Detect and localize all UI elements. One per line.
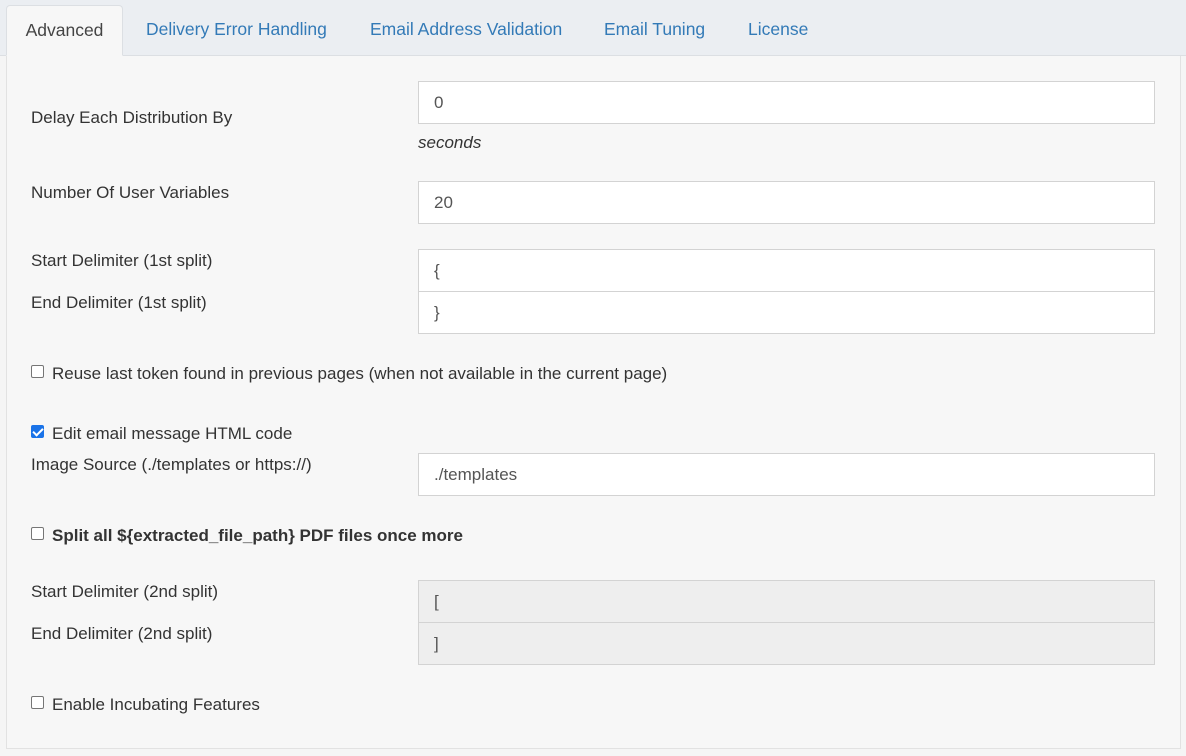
- tab-bar: Advanced Delivery Error Handling Email A…: [0, 0, 1186, 56]
- reuse-token-checkbox[interactable]: [31, 365, 44, 378]
- edit-html-checkbox[interactable]: [31, 425, 44, 438]
- user-vars-label: Number Of User Variables: [31, 183, 230, 202]
- tab-email-address-validation[interactable]: Email Address Validation: [370, 5, 562, 56]
- split-again-label: Split all ${extracted_file_path} PDF fil…: [52, 526, 463, 545]
- image-source-input[interactable]: ./templates: [418, 453, 1155, 496]
- start-delimiter-2-label: Start Delimiter (2nd split): [31, 582, 219, 601]
- incubating-checkbox[interactable]: [31, 696, 44, 709]
- end-delimiter-1-input[interactable]: }: [418, 291, 1155, 334]
- incubating-label: Enable Incubating Features: [52, 695, 260, 714]
- start-delimiter-1-label: Start Delimiter (1st split): [31, 251, 213, 270]
- tab-license[interactable]: License: [748, 5, 808, 56]
- tab-email-tuning[interactable]: Email Tuning: [604, 5, 705, 56]
- end-delimiter-1-label: End Delimiter (1st split): [31, 293, 207, 312]
- delay-input[interactable]: 0: [418, 81, 1155, 124]
- reuse-token-label: Reuse last token found in previous pages…: [52, 364, 668, 383]
- tab-advanced[interactable]: Advanced: [6, 5, 123, 56]
- start-delimiter-1-input[interactable]: {: [418, 249, 1155, 292]
- delay-unit: seconds: [418, 133, 482, 152]
- user-vars-input[interactable]: 20: [418, 181, 1155, 224]
- end-delimiter-2-label: End Delimiter (2nd split): [31, 624, 213, 643]
- start-delimiter-2-input[interactable]: [: [418, 580, 1155, 623]
- split-again-checkbox[interactable]: [31, 527, 44, 540]
- end-delimiter-2-input[interactable]: ]: [418, 622, 1155, 665]
- edit-html-label: Edit email message HTML code: [52, 424, 293, 443]
- delay-label: Delay Each Distribution By: [31, 108, 233, 127]
- tab-delivery-error-handling[interactable]: Delivery Error Handling: [146, 5, 327, 56]
- image-source-label: Image Source (./templates or https://): [31, 455, 312, 474]
